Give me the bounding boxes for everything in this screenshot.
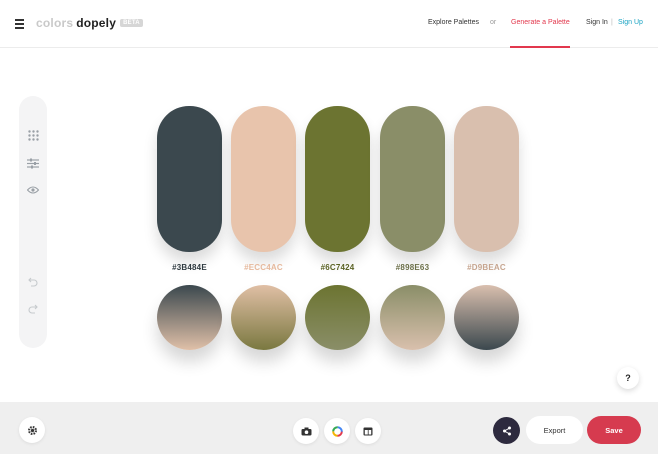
eye-icon[interactable] (25, 183, 41, 197)
swatch-hex-label[interactable]: #6C7424 (305, 263, 370, 272)
beta-badge: BETA (120, 19, 143, 27)
color-swatch[interactable] (454, 106, 519, 252)
color-wheel-icon[interactable] (324, 418, 350, 444)
layout-icon[interactable] (355, 418, 381, 444)
top-bar: colors dopely BETA Explore Palettes or G… (0, 0, 658, 48)
nav-sign-in[interactable]: Sign In (586, 19, 608, 26)
logo-dopely-text: dopely (76, 16, 117, 30)
swatch-hex-label[interactable]: #898E63 (380, 263, 445, 272)
undo-icon[interactable] (25, 275, 41, 289)
nav-sign-up[interactable]: Sign Up (618, 19, 643, 26)
nav-explore-palettes[interactable]: Explore Palettes (428, 19, 479, 26)
save-button[interactable]: Save (587, 416, 641, 444)
sliders-icon[interactable] (25, 156, 41, 170)
help-button[interactable]: ? (617, 367, 639, 389)
share-icon[interactable] (493, 417, 520, 444)
hamburger-icon[interactable] (15, 19, 24, 29)
export-button[interactable]: Export (526, 416, 583, 444)
redo-icon[interactable] (25, 302, 41, 316)
nav-or-text: or (490, 19, 497, 26)
color-swatch[interactable] (380, 106, 445, 252)
color-swatch[interactable] (305, 106, 370, 252)
nav-generate-palette[interactable]: Generate a Palette (511, 19, 570, 26)
gradient-swatch[interactable] (380, 285, 445, 350)
swatch-hex-label[interactable]: #D9BEAC (454, 263, 519, 272)
swatch-hex-label[interactable]: #ECC4AC (231, 263, 296, 272)
gear-icon[interactable] (19, 417, 45, 443)
gradient-swatch[interactable] (454, 285, 519, 350)
camera-icon[interactable] (293, 418, 319, 444)
active-tab-indicator (510, 46, 570, 48)
gradient-swatch[interactable] (231, 285, 296, 350)
tool-sidebar (19, 96, 47, 348)
gradient-swatch[interactable] (157, 285, 222, 350)
color-swatch[interactable] (231, 106, 296, 252)
logo[interactable]: colors dopely BETA (36, 16, 143, 30)
color-swatch[interactable] (157, 106, 222, 252)
nav-separator: | (611, 19, 613, 26)
logo-colors-text: colors (36, 16, 74, 30)
swatch-hex-label[interactable]: #3B484E (157, 263, 222, 272)
gradient-swatch[interactable] (305, 285, 370, 350)
grid-icon[interactable] (25, 128, 41, 142)
